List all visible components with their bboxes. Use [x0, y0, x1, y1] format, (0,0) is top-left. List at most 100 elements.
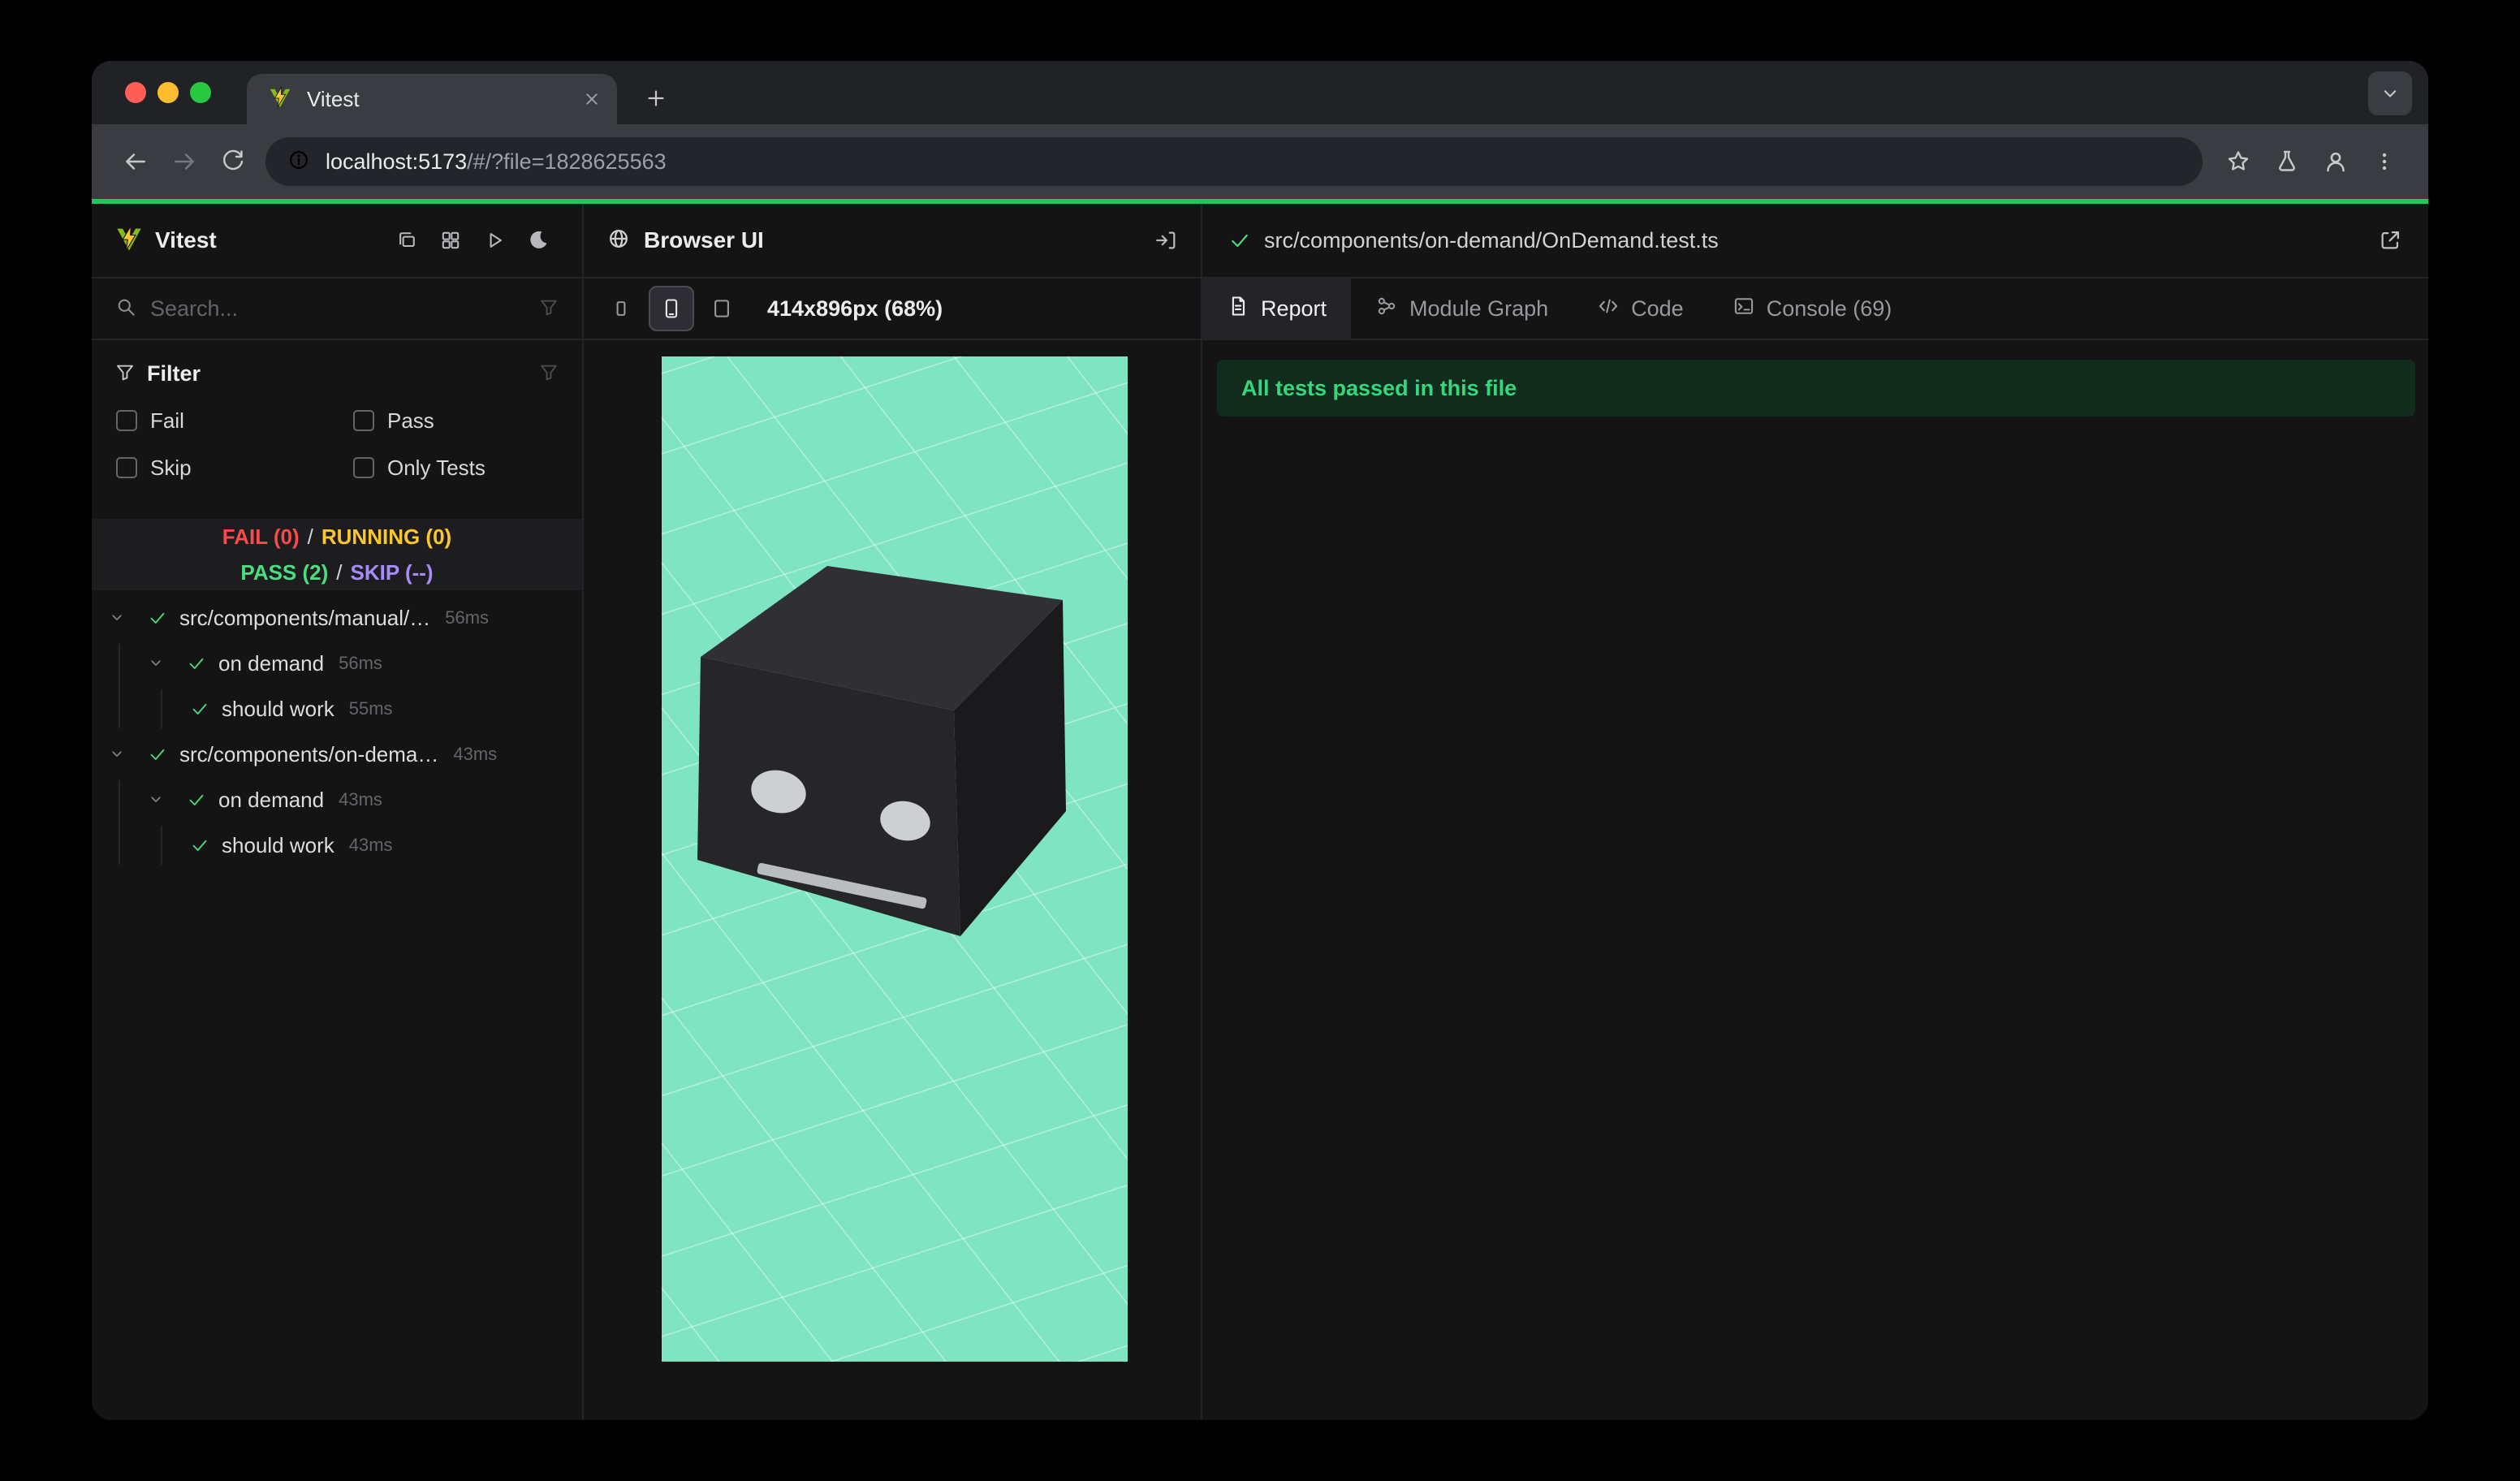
tab-report[interactable]: Report	[1202, 278, 1352, 339]
profile-avatar-icon[interactable]	[2311, 137, 2360, 186]
browser-tab[interactable]: Vitest	[247, 74, 617, 124]
tab-strip: Vitest	[92, 61, 2428, 124]
robot-cube-scene	[662, 356, 1128, 1362]
tab-search-button[interactable]	[2368, 71, 2412, 115]
test-duration: 43ms	[339, 789, 382, 810]
close-window-button[interactable]	[125, 82, 146, 103]
tested-app-viewport[interactable]	[662, 356, 1128, 1362]
chevron-down-icon[interactable]	[106, 744, 127, 765]
close-tab-icon[interactable]	[581, 89, 602, 110]
chevron-down-icon[interactable]	[145, 789, 166, 810]
tab-label: Module Graph	[1409, 296, 1549, 321]
check-icon	[189, 835, 210, 856]
globe-icon	[606, 227, 631, 255]
check-icon	[189, 698, 210, 719]
forward-button[interactable]	[160, 137, 209, 186]
tab-label: Code	[1631, 296, 1684, 321]
address-bar[interactable]: localhost:5173/#/?file=1828625563	[265, 137, 2203, 186]
sidebar-header-actions	[386, 219, 559, 261]
chevron-down-icon[interactable]	[106, 607, 127, 628]
tree-guide	[161, 826, 162, 865]
check-icon	[147, 744, 168, 765]
open-external-icon[interactable]	[2362, 228, 2402, 253]
tree-row-suite[interactable]: on demand 43ms	[92, 777, 582, 823]
all-tests-passed-banner: All tests passed in this file	[1217, 360, 2415, 417]
console-icon	[1732, 295, 1755, 323]
menu-kebab-icon[interactable]	[2360, 137, 2409, 186]
filter-checkbox-skip[interactable]: Skip	[116, 444, 353, 491]
maximize-window-button[interactable]	[190, 82, 211, 103]
test-file-name: src/components/manual/…	[179, 605, 431, 630]
tree-guide	[119, 780, 120, 865]
clear-filter-icon[interactable]	[538, 296, 559, 322]
check-icon	[186, 789, 207, 810]
pass-count: PASS (2)	[240, 559, 329, 585]
url-text: localhost:5173/#/?file=1828625563	[326, 149, 667, 175]
chevron-down-icon[interactable]	[145, 653, 166, 674]
search-bar	[92, 278, 582, 340]
filter-checkbox-pass[interactable]: Pass	[353, 397, 582, 444]
tree-guide	[161, 689, 162, 728]
device-tablet-icon[interactable]	[699, 286, 744, 331]
test-name: should work	[222, 832, 334, 857]
dark-mode-moon-icon[interactable]	[517, 219, 559, 261]
reload-button[interactable]	[209, 137, 257, 186]
tree-row-file[interactable]: src/components/on-dema… 43ms	[92, 732, 582, 777]
bookmark-star-icon[interactable]	[2214, 137, 2263, 186]
info-icon[interactable]	[287, 148, 311, 176]
panels-icon[interactable]	[386, 219, 428, 261]
vitest-logo-icon	[114, 224, 144, 257]
search-input[interactable]	[150, 296, 525, 322]
tab-code[interactable]: Code	[1573, 278, 1708, 339]
test-status-summary: FAIL (0) / RUNNING (0) PASS (2) / SKIP (…	[92, 519, 582, 590]
status-line-pass-skip: PASS (2) / SKIP (--)	[92, 555, 582, 590]
current-file-path: src/components/on-demand/OnDemand.test.t…	[1264, 227, 1719, 253]
test-duration: 55ms	[348, 698, 393, 719]
tab-title: Vitest	[307, 86, 360, 111]
file-pass-check-icon	[1228, 229, 1251, 252]
check-icon	[147, 607, 168, 628]
tree-row-test[interactable]: should work 55ms	[92, 686, 582, 732]
code-icon	[1597, 295, 1620, 323]
module-graph-icon	[1375, 295, 1398, 323]
filter-checkbox-only-tests[interactable]: Only Tests	[353, 444, 582, 491]
checkbox-label: Skip	[150, 455, 192, 480]
app-title: Vitest	[155, 227, 217, 253]
tab-console[interactable]: Console (69)	[1708, 278, 1917, 339]
labs-flask-icon[interactable]	[2263, 137, 2311, 186]
filter-checkboxes: Fail Pass Skip Only Tests	[116, 397, 582, 491]
new-tab-button[interactable]	[633, 76, 679, 121]
sidebar-header: Vitest	[92, 204, 582, 278]
test-suite-name: on demand	[218, 650, 325, 676]
tree-row-suite[interactable]: on demand 56ms	[92, 641, 582, 686]
expand-panel-icon[interactable]	[1154, 228, 1178, 253]
checkbox[interactable]	[353, 457, 374, 478]
dashboard-grid-icon[interactable]	[429, 219, 472, 261]
device-phone-small-icon[interactable]	[598, 286, 644, 331]
minimize-window-button[interactable]	[158, 82, 179, 103]
test-duration: 43ms	[453, 744, 498, 764]
tab-label: Console (69)	[1766, 296, 1892, 321]
test-duration: 43ms	[348, 835, 393, 855]
device-phone-icon[interactable]	[649, 286, 694, 331]
back-button[interactable]	[111, 137, 160, 186]
sidebar: Vitest Search... Filter Fail Pass Skip O…	[92, 204, 584, 1420]
test-file-name: src/components/on-dema…	[179, 741, 439, 766]
skip-count: SKIP (--)	[350, 559, 434, 585]
run-all-icon[interactable]	[473, 219, 516, 261]
checkbox[interactable]	[353, 410, 374, 431]
test-name: should work	[222, 696, 334, 721]
traffic-lights	[125, 82, 211, 103]
filter-checkbox-fail[interactable]: Fail	[116, 397, 353, 444]
checkbox[interactable]	[116, 457, 137, 478]
tab-module-graph[interactable]: Module Graph	[1351, 278, 1573, 339]
device-toolbar: 414x896px (68%)	[584, 278, 1201, 340]
funnel-icon	[114, 361, 136, 386]
tree-row-test[interactable]: should work 43ms	[92, 823, 582, 868]
checkbox[interactable]	[116, 410, 137, 431]
browser-preview-area	[584, 340, 1201, 1420]
reset-filter-icon[interactable]	[538, 361, 559, 386]
browser-ui-panel: Browser UI 414x896px (68%)	[584, 204, 1202, 1420]
tree-row-file[interactable]: src/components/manual/… 56ms	[92, 595, 582, 641]
filter-section-header: Filter	[92, 355, 582, 392]
